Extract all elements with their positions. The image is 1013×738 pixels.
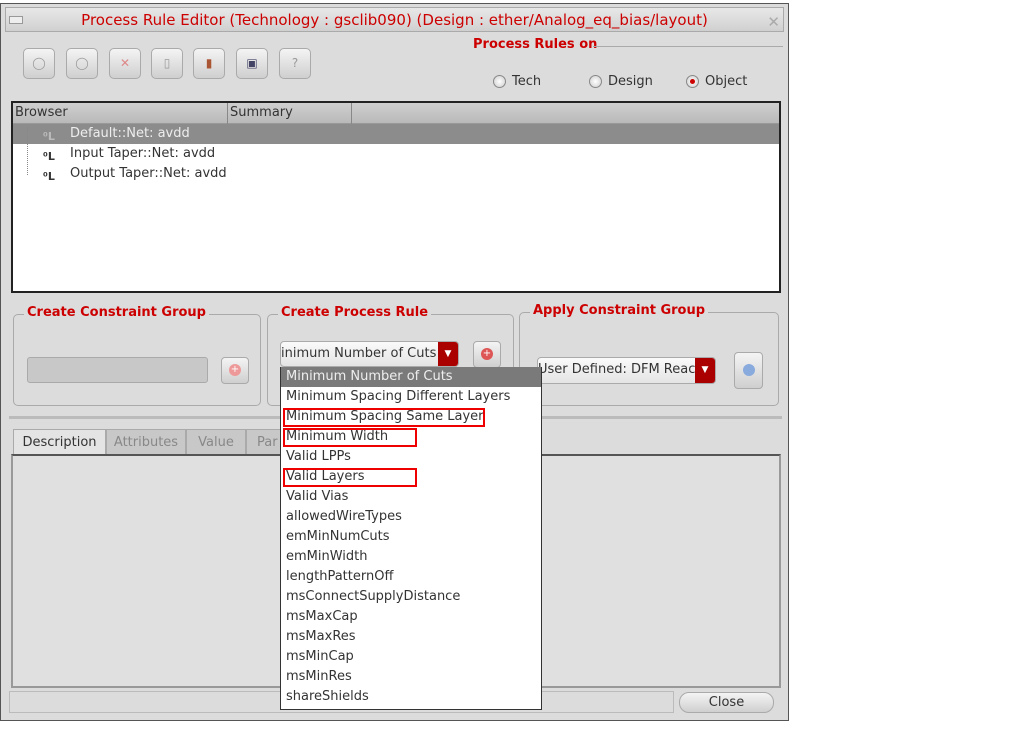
apply-constraint-group-combo[interactable]: User Defined: DFM Reac ▼ bbox=[537, 357, 716, 384]
column-summary[interactable]: Summary bbox=[228, 103, 352, 124]
add-icon: + bbox=[229, 364, 241, 376]
save-button[interactable]: ▣ bbox=[236, 48, 268, 79]
menu-icon[interactable] bbox=[9, 16, 23, 24]
option-label: allowedWireTypes bbox=[286, 509, 402, 524]
combo-value: User Defined: DFM Reac bbox=[538, 362, 696, 377]
radio-design[interactable]: Design bbox=[589, 74, 653, 89]
radio-label: Tech bbox=[512, 74, 542, 89]
add-icon: + bbox=[481, 348, 493, 360]
tree-row[interactable]: ⁰L Output Taper::Net: avdd bbox=[13, 164, 779, 184]
highlight-box bbox=[283, 408, 485, 427]
toolbar-button-2[interactable]: ◯ bbox=[66, 48, 98, 79]
option-label: emMinNumCuts bbox=[286, 529, 390, 544]
option-label: shareShields bbox=[286, 689, 369, 704]
group-label: Create Process Rule bbox=[278, 305, 432, 320]
process-rules-on-label: Process Rules on bbox=[473, 37, 598, 52]
option-label: msMinRes bbox=[286, 669, 352, 684]
toolbar-button-1[interactable]: ◯ bbox=[23, 48, 55, 79]
title-bar: Process Rule Editor (Technology : gsclib… bbox=[5, 7, 784, 32]
delete-button[interactable]: ✕ bbox=[109, 48, 141, 79]
dropdown-option[interactable]: msConnectSupplyDistance bbox=[281, 587, 541, 607]
copy-button[interactable]: ▯ bbox=[151, 48, 183, 79]
tree-row[interactable]: ⁰L Input Taper::Net: avdd bbox=[13, 144, 779, 164]
create-constraint-group: Create Constraint Group + bbox=[13, 305, 261, 406]
option-label: Minimum Spacing Different Layers bbox=[286, 389, 511, 404]
radio-label: Object bbox=[705, 74, 748, 89]
tab-description[interactable]: Description bbox=[13, 429, 106, 455]
close-window-icon[interactable]: ✕ bbox=[767, 10, 780, 34]
dropdown-option[interactable]: Valid Vias bbox=[281, 487, 541, 507]
radio-icon bbox=[493, 75, 506, 88]
apply-button[interactable] bbox=[734, 352, 763, 389]
tree-row[interactable]: ⁰L Default::Net: avdd bbox=[13, 124, 779, 144]
dropdown-option[interactable]: Valid Layers bbox=[281, 467, 541, 487]
process-rule-dropdown-list[interactable]: Minimum Number of Cuts Minimum Spacing Di… bbox=[280, 367, 542, 710]
net-icon: ⁰L bbox=[43, 170, 55, 183]
process-rule-combo[interactable]: inimum Number of Cuts ▼ bbox=[280, 341, 459, 367]
dropdown-option[interactable]: emMinWidth bbox=[281, 547, 541, 567]
apply-icon bbox=[742, 364, 755, 376]
radio-icon bbox=[589, 75, 602, 88]
paste-button[interactable]: ▮ bbox=[193, 48, 225, 79]
highlight-box bbox=[283, 468, 417, 487]
divider bbox=[593, 46, 783, 47]
dropdown-option[interactable]: Minimum Spacing Different Layers bbox=[281, 387, 541, 407]
row-label: Default::Net: avdd bbox=[70, 126, 190, 141]
dropdown-option[interactable]: emMinNumCuts bbox=[281, 527, 541, 547]
dropdown-option[interactable]: Minimum Number of Cuts bbox=[281, 367, 541, 387]
dropdown-option[interactable]: msMaxRes bbox=[281, 627, 541, 647]
apply-constraint-group: Apply Constraint Group User Defined: DFM… bbox=[519, 303, 779, 406]
chevron-down-icon: ▼ bbox=[438, 342, 458, 366]
row-label: Input Taper::Net: avdd bbox=[70, 146, 216, 161]
row-label: Output Taper::Net: avdd bbox=[70, 166, 227, 181]
dropdown-option[interactable]: Minimum Spacing Same Layer bbox=[281, 407, 541, 427]
option-label: msMaxCap bbox=[286, 609, 358, 624]
create-process-rule-button[interactable]: + bbox=[473, 341, 501, 368]
dropdown-option[interactable]: msMinCap bbox=[281, 647, 541, 667]
highlight-box bbox=[283, 428, 417, 447]
constraint-group-name-input[interactable] bbox=[27, 357, 208, 383]
option-label: msMinCap bbox=[286, 649, 354, 664]
dropdown-option[interactable]: msMinRes bbox=[281, 667, 541, 687]
option-label: lengthPatternOff bbox=[286, 569, 394, 584]
create-constraint-group-button[interactable]: + bbox=[221, 357, 249, 384]
option-label: emMinWidth bbox=[286, 549, 368, 564]
dropdown-option[interactable]: allowedWireTypes bbox=[281, 507, 541, 527]
dropdown-option[interactable]: Minimum Width bbox=[281, 427, 541, 447]
option-label: Minimum Number of Cuts bbox=[286, 369, 453, 384]
dropdown-option[interactable]: Valid LPPs bbox=[281, 447, 541, 467]
radio-object[interactable]: Object bbox=[686, 74, 747, 89]
browser-tree[interactable]: Browser Summary ⁰L Default::Net: avdd ⁰L I… bbox=[11, 101, 781, 293]
dropdown-option[interactable]: shareShields bbox=[281, 687, 541, 707]
help-button[interactable]: ? bbox=[279, 48, 311, 79]
option-label: msConnectSupplyDistance bbox=[286, 589, 461, 604]
close-button[interactable]: Close bbox=[679, 692, 774, 713]
option-label: Valid Vias bbox=[286, 489, 349, 504]
option-label: Valid LPPs bbox=[286, 449, 351, 464]
column-browser[interactable]: Browser bbox=[13, 103, 228, 124]
group-label: Create Constraint Group bbox=[24, 305, 209, 320]
window-title: Process Rule Editor (Technology : gsclib… bbox=[81, 11, 708, 29]
chevron-down-icon: ▼ bbox=[695, 358, 715, 383]
combo-value: inimum Number of Cuts bbox=[281, 346, 437, 361]
group-label: Apply Constraint Group bbox=[530, 303, 709, 318]
dropdown-option[interactable]: lengthPatternOff bbox=[281, 567, 541, 587]
radio-selected-icon bbox=[686, 75, 699, 88]
radio-label: Design bbox=[608, 74, 653, 89]
tree-line bbox=[27, 127, 28, 175]
dropdown-option[interactable]: msMaxCap bbox=[281, 607, 541, 627]
browser-header: Browser Summary bbox=[13, 103, 779, 124]
radio-tech[interactable]: Tech bbox=[493, 74, 541, 89]
option-label: msMaxRes bbox=[286, 629, 356, 644]
tab-attributes[interactable]: Attributes bbox=[106, 429, 186, 455]
tab-value[interactable]: Value bbox=[186, 429, 246, 455]
